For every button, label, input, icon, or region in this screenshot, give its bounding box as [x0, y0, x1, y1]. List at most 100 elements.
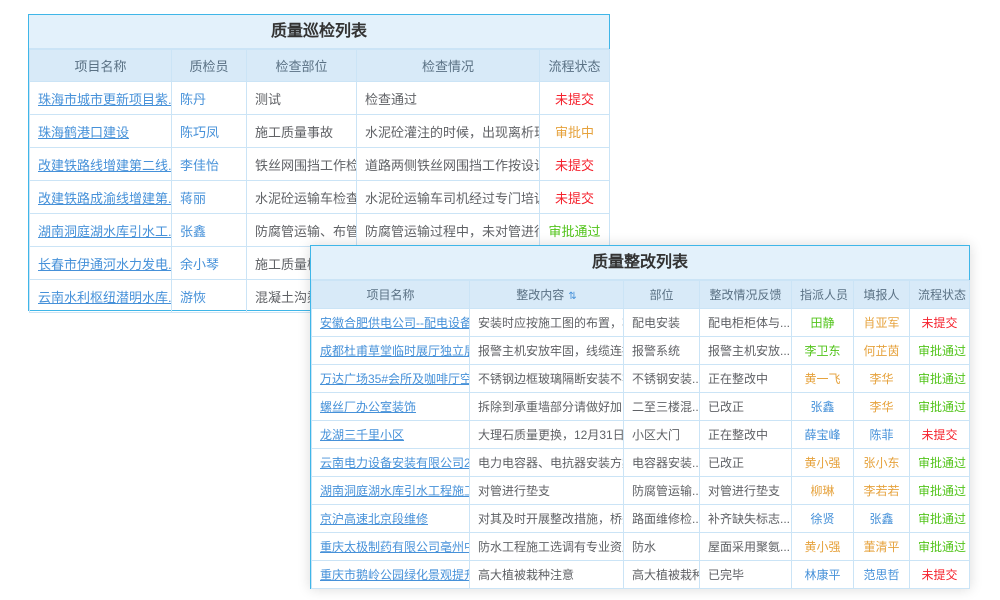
- feedback-cell: 正在整改中: [700, 421, 792, 449]
- inspection-col-status: 流程状态: [540, 50, 610, 82]
- situation-cell: 道路两侧铁丝网围挡工作按设计...: [357, 148, 540, 181]
- inspector-link[interactable]: 陈丹: [172, 82, 247, 115]
- feedback-cell: 已改正: [700, 393, 792, 421]
- project-link[interactable]: 改建铁路线增建第二线...: [30, 148, 172, 181]
- part-cell: 电容器安装...: [624, 449, 700, 477]
- situation-cell: 防腐管运输过程中，未对管进行...: [357, 214, 540, 247]
- status-text: 审批通过: [540, 214, 610, 247]
- project-link[interactable]: 安徽合肥供电公司--配电设备...: [312, 309, 470, 337]
- reporter-name: 李华: [854, 365, 910, 393]
- project-link[interactable]: 改建铁路成渝线增建第...: [30, 181, 172, 214]
- reporter-name: 董清平: [854, 533, 910, 561]
- status-text: 未提交: [910, 421, 970, 449]
- project-link[interactable]: 万达广场35#会所及咖啡厅空...: [312, 365, 470, 393]
- project-link[interactable]: 螺丝厂办公室装饰: [312, 393, 470, 421]
- project-link[interactable]: 湖南洞庭湖水库引水工...: [30, 214, 172, 247]
- part-cell: 路面维修检...: [624, 505, 700, 533]
- content-cell: 不锈钢边框玻璃隔断安装不牢...: [470, 365, 624, 393]
- rectification-col-project: 项目名称: [312, 281, 470, 309]
- assignee-name: 林康平: [792, 561, 854, 589]
- feedback-cell: 正在整改中: [700, 365, 792, 393]
- inspector-link[interactable]: 陈巧凤: [172, 115, 247, 148]
- part-cell: 水泥砼运输车检查: [247, 181, 357, 214]
- inspection-col-project: 项目名称: [30, 50, 172, 82]
- inspection-col-inspector: 质检员: [172, 50, 247, 82]
- inspector-link[interactable]: 蒋丽: [172, 181, 247, 214]
- project-link[interactable]: 云南水利枢纽潜明水库...: [30, 280, 172, 313]
- assignee-name: 薛宝峰: [792, 421, 854, 449]
- rectification-row: 螺丝厂办公室装饰拆除到承重墙部分请做好加固...二至三楼混...已改正张鑫李华审…: [312, 393, 970, 421]
- inspector-link[interactable]: 游恢: [172, 280, 247, 313]
- content-cell: 对其及时开展整改措施，桥头...: [470, 505, 624, 533]
- inspection-row: 改建铁路线增建第二线...李佳怡铁丝网围挡工作检查道路两侧铁丝网围挡工作按设计.…: [30, 148, 610, 181]
- reporter-name: 张小东: [854, 449, 910, 477]
- rectification-header-row: 项目名称 整改内容⇅ 部位 整改情况反馈 指派人员 填报人 流程状态: [312, 281, 970, 309]
- status-text: 未提交: [910, 309, 970, 337]
- inspection-header-row: 项目名称 质检员 检查部位 检查情况 流程状态: [30, 50, 610, 82]
- reporter-name: 张鑫: [854, 505, 910, 533]
- status-text: 审批通过: [910, 505, 970, 533]
- part-cell: 高大植被栽种: [624, 561, 700, 589]
- project-link[interactable]: 京沪高速北京段维修: [312, 505, 470, 533]
- part-cell: 报警系统: [624, 337, 700, 365]
- status-text: 审批通过: [910, 393, 970, 421]
- project-link[interactable]: 成都杜甫草堂临时展厅独立展...: [312, 337, 470, 365]
- rectification-col-assignee: 指派人员: [792, 281, 854, 309]
- feedback-cell: 屋面采用聚氨...: [700, 533, 792, 561]
- content-cell: 电力电容器、电抗器安装方案,...: [470, 449, 624, 477]
- rectification-row: 万达广场35#会所及咖啡厅空...不锈钢边框玻璃隔断安装不牢...不锈钢安装..…: [312, 365, 970, 393]
- rectification-row: 云南电力设备安装有限公司20...电力电容器、电抗器安装方案,...电容器安装.…: [312, 449, 970, 477]
- reporter-name: 何芷茵: [854, 337, 910, 365]
- status-text: 审批通过: [910, 477, 970, 505]
- inspector-link[interactable]: 李佳怡: [172, 148, 247, 181]
- status-text: 审批通过: [910, 449, 970, 477]
- project-link[interactable]: 长春市伊通河水力发电...: [30, 247, 172, 280]
- rectification-col-part: 部位: [624, 281, 700, 309]
- reporter-name: 李华: [854, 393, 910, 421]
- reporter-name: 范思哲: [854, 561, 910, 589]
- part-cell: 小区大门: [624, 421, 700, 449]
- assignee-name: 李卫东: [792, 337, 854, 365]
- inspector-link[interactable]: 余小琴: [172, 247, 247, 280]
- rectification-row: 湖南洞庭湖水库引水工程施工1标对管进行垫支防腐管运输...对管进行垫支柳琳李若若…: [312, 477, 970, 505]
- feedback-cell: 已完毕: [700, 561, 792, 589]
- project-link[interactable]: 珠海市城市更新项目紫...: [30, 82, 172, 115]
- feedback-cell: 补齐缺失标志...: [700, 505, 792, 533]
- status-text: 未提交: [540, 148, 610, 181]
- part-cell: 防腐管运输、布管: [247, 214, 357, 247]
- rectification-col-feedback: 整改情况反馈: [700, 281, 792, 309]
- inspector-link[interactable]: 张鑫: [172, 214, 247, 247]
- rectification-col-content-label: 整改内容: [516, 288, 564, 302]
- project-link[interactable]: 珠海鹤港口建设: [30, 115, 172, 148]
- part-cell: 铁丝网围挡工作检查: [247, 148, 357, 181]
- reporter-name: 陈菲: [854, 421, 910, 449]
- project-link[interactable]: 湖南洞庭湖水库引水工程施工1标: [312, 477, 470, 505]
- feedback-cell: 配电柜柜体与...: [700, 309, 792, 337]
- project-link[interactable]: 云南电力设备安装有限公司20...: [312, 449, 470, 477]
- assignee-name: 徐贤: [792, 505, 854, 533]
- sort-icon[interactable]: ⇅: [568, 291, 576, 302]
- project-link[interactable]: 重庆市鹅岭公园绿化景观提升...: [312, 561, 470, 589]
- content-cell: 拆除到承重墙部分请做好加固...: [470, 393, 624, 421]
- status-text: 审批通过: [910, 533, 970, 561]
- reporter-name: 李若若: [854, 477, 910, 505]
- project-link[interactable]: 龙湖三千里小区: [312, 421, 470, 449]
- status-text: 未提交: [910, 561, 970, 589]
- content-cell: 高大植被栽种注意: [470, 561, 624, 589]
- status-text: 未提交: [540, 181, 610, 214]
- inspection-row: 湖南洞庭湖水库引水工...张鑫防腐管运输、布管防腐管运输过程中，未对管进行...…: [30, 214, 610, 247]
- rectification-panel: 质量整改列表 项目名称 整改内容⇅ 部位 整改情况反馈 指派人员 填报人 流程状…: [310, 245, 970, 589]
- assignee-name: 黄小强: [792, 533, 854, 561]
- inspection-col-situation: 检查情况: [357, 50, 540, 82]
- inspection-row: 珠海市城市更新项目紫...陈丹测试检查通过未提交: [30, 82, 610, 115]
- part-cell: 防水: [624, 533, 700, 561]
- content-cell: 对管进行垫支: [470, 477, 624, 505]
- content-cell: 大理石质量更换，12月31日之...: [470, 421, 624, 449]
- assignee-name: 张鑫: [792, 393, 854, 421]
- assignee-name: 黄一飞: [792, 365, 854, 393]
- assignee-name: 田静: [792, 309, 854, 337]
- situation-cell: 检查通过: [357, 82, 540, 115]
- status-text: 审批通过: [910, 337, 970, 365]
- rectification-row: 重庆太极制药有限公司亳州中...防水工程施工选调有专业资质...防水屋面采用聚氨…: [312, 533, 970, 561]
- project-link[interactable]: 重庆太极制药有限公司亳州中...: [312, 533, 470, 561]
